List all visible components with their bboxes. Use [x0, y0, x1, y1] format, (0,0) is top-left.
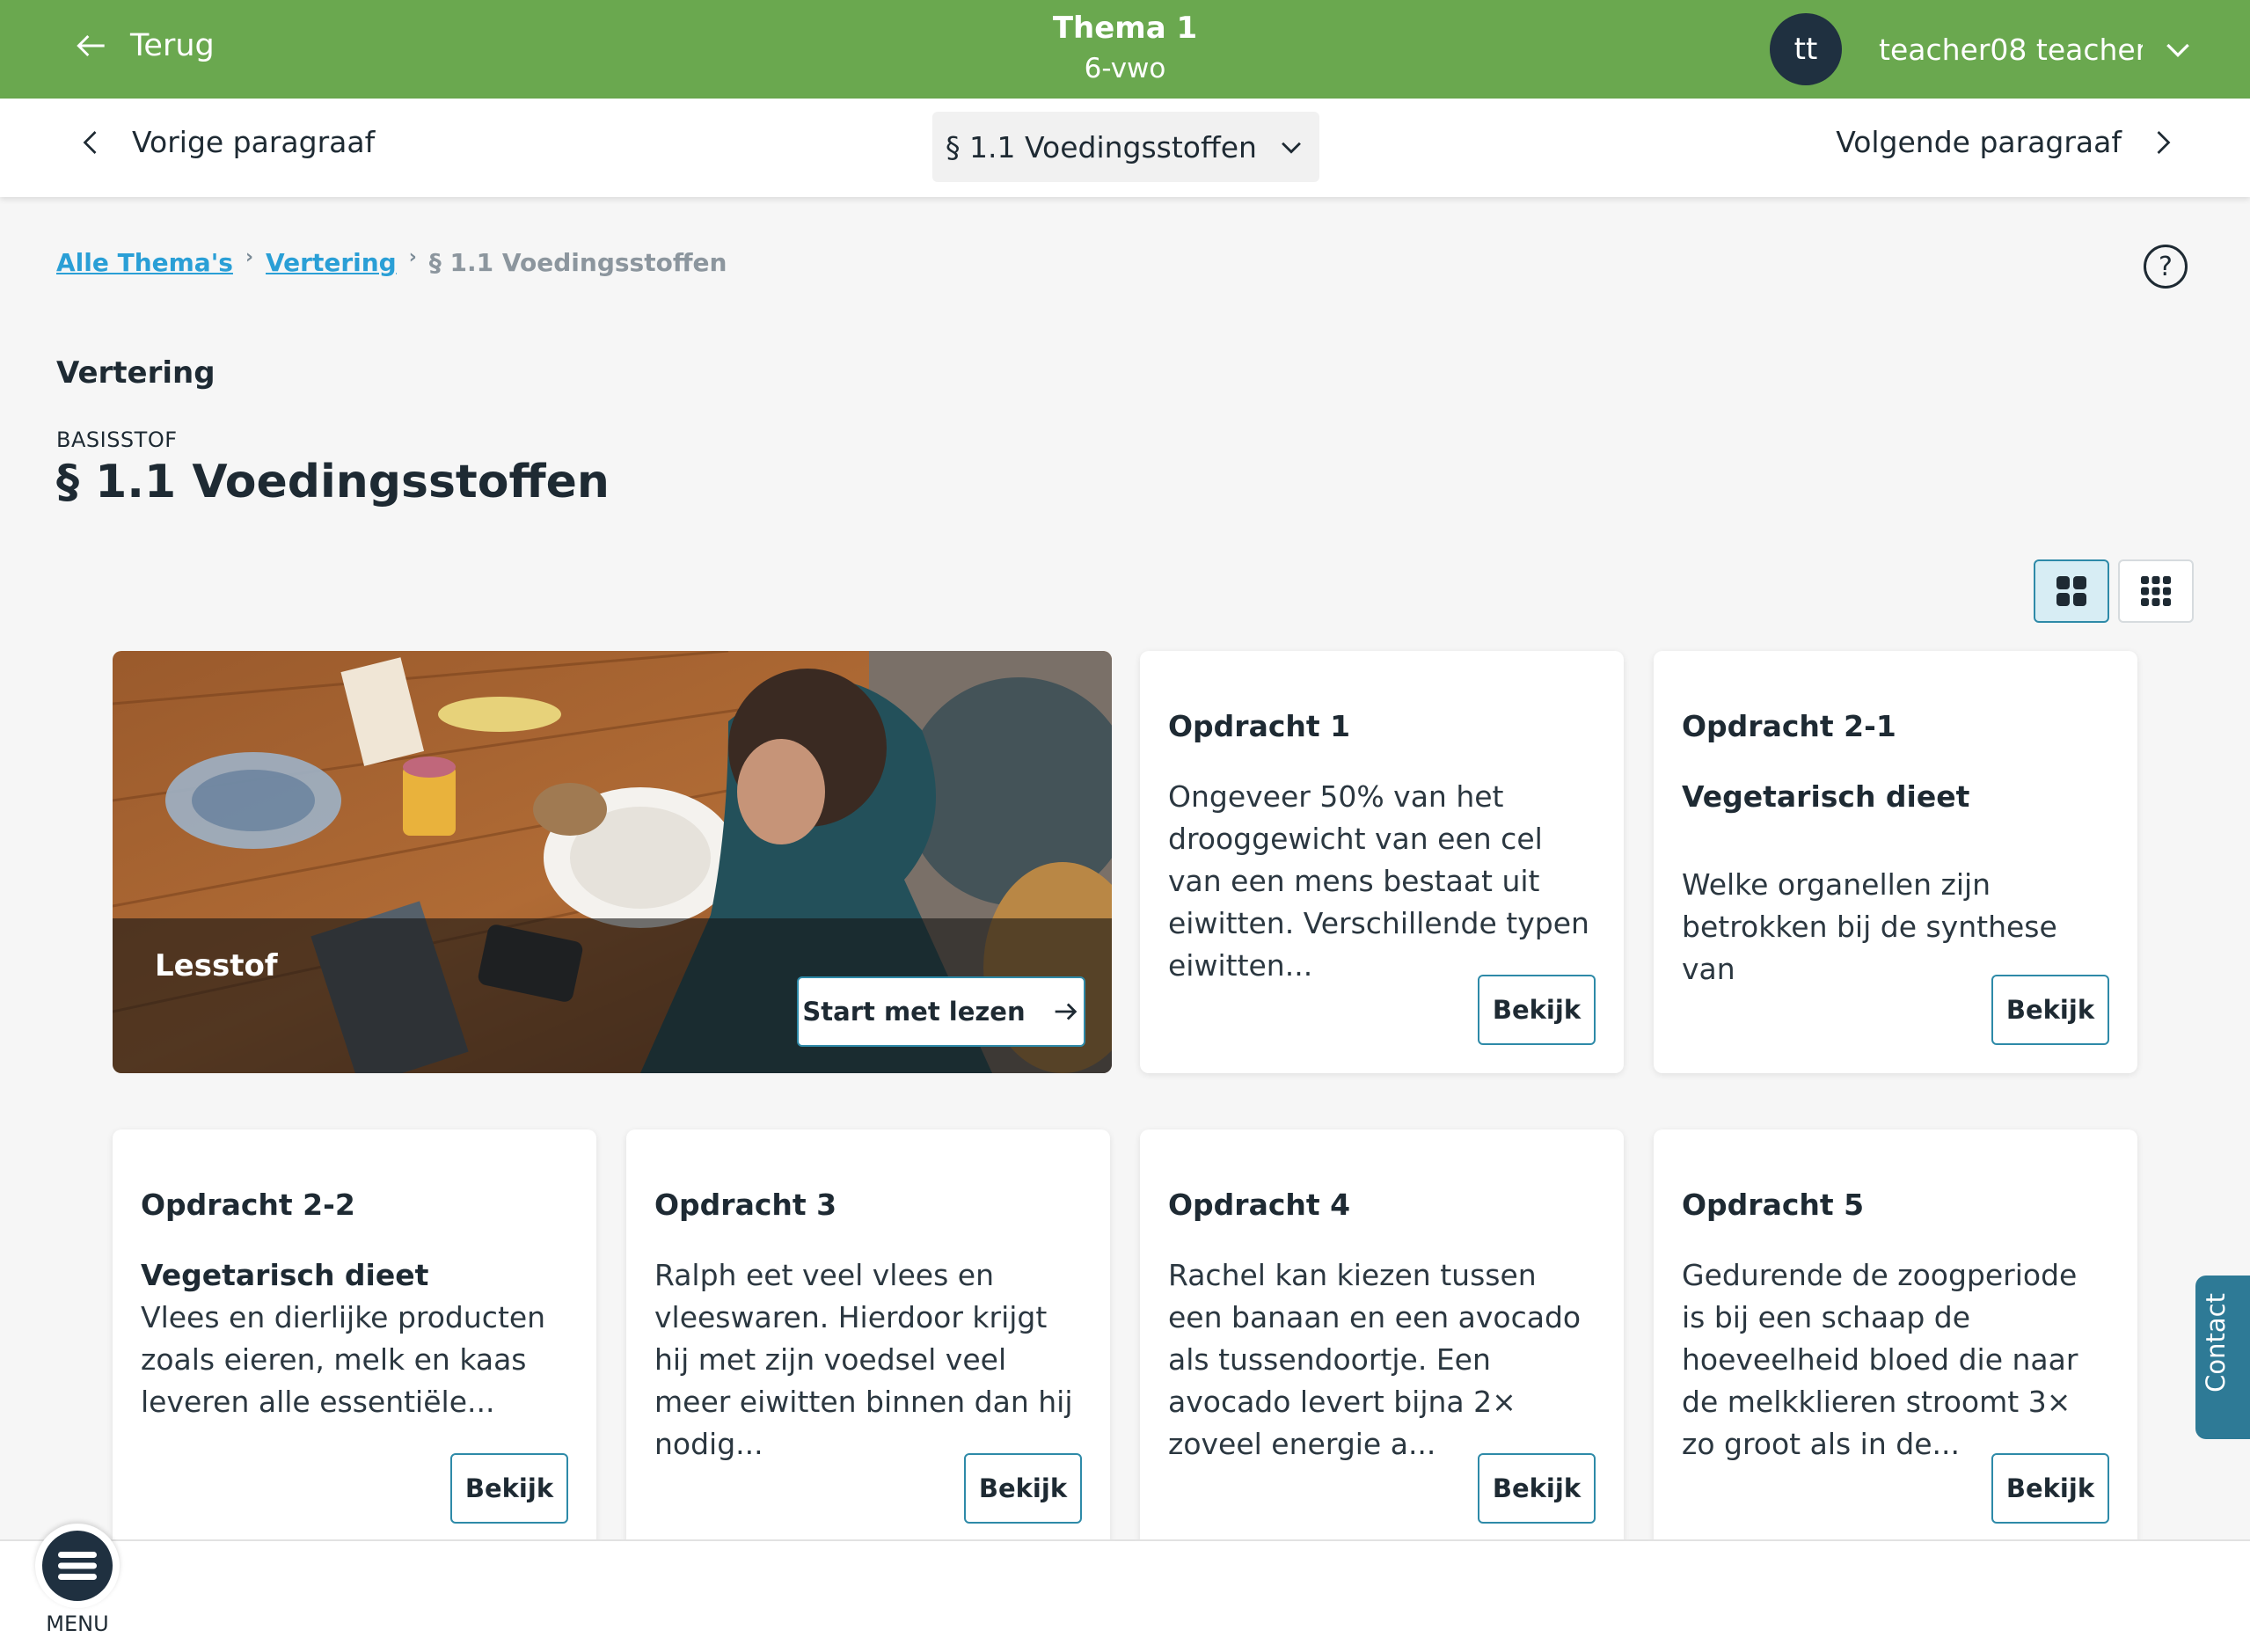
content-type-label: BASISSTOF: [56, 428, 178, 452]
chevron-left-icon: [83, 130, 97, 154]
arrow-left-icon: [77, 34, 105, 57]
menu-label: MENU: [46, 1612, 109, 1636]
menu-icon: [42, 1531, 113, 1601]
assignment-card[interactable]: Opdracht 3 Ralph eet veel vlees en vlees…: [626, 1129, 1110, 1569]
paragraph-nav: Vorige paragraaf § 1.1 Voedingsstoffen V…: [0, 99, 2250, 197]
assignment-card[interactable]: Opdracht 2-1 Vegetarisch dieet Welke org…: [1654, 651, 2137, 1073]
assignment-card[interactable]: Opdracht 5 Gedurende de zoogperiode is b…: [1654, 1129, 2137, 1569]
assignment-title: Opdracht 5: [1682, 1188, 1865, 1222]
theme-class: 6-vwo: [1084, 53, 1166, 84]
view-button[interactable]: Bekijk: [1478, 1453, 1596, 1524]
question-mark-icon: ?: [2159, 251, 2173, 282]
user-menu[interactable]: tt teacher08 teacher...: [1770, 13, 2195, 85]
assignment-title: Opdracht 2-1: [1682, 709, 1896, 743]
back-button[interactable]: Terug: [72, 26, 215, 65]
view-toggle: [2034, 559, 2194, 623]
assignment-text: Ongeveer 50% van het drooggewicht van ee…: [1168, 779, 1589, 983]
user-name: teacher08 teacher...: [1879, 32, 2143, 67]
assignment-card[interactable]: Opdracht 2-2 Vegetarisch dieet Vlees en …: [113, 1129, 596, 1569]
assignment-text: Rachel kan kiezen tussen een banaan en e…: [1168, 1258, 1582, 1461]
grid-small-icon: [2141, 576, 2171, 606]
chevron-right-icon: [2157, 130, 2171, 154]
view-button[interactable]: Bekijk: [964, 1453, 1082, 1524]
bottom-bar: [0, 1539, 2250, 1652]
theme-heading: Thema 1 6-vwo: [880, 9, 1370, 90]
assignment-card[interactable]: Opdracht 1 Ongeveer 50% van het drooggew…: [1140, 651, 1624, 1073]
breadcrumb-separator-icon: ›: [245, 246, 254, 268]
breadcrumb: Alle Thema's › Vertering › § 1.1 Voeding…: [56, 246, 727, 277]
previous-paragraph-label: Vorige paragraaf: [132, 125, 376, 159]
breadcrumb-separator-icon: ›: [408, 246, 417, 268]
breadcrumb-current: § 1.1 Voedingsstoffen: [428, 248, 727, 277]
large-grid-view-button[interactable]: [2034, 559, 2109, 623]
next-paragraph-button[interactable]: Volgende paragraaf: [1836, 125, 2178, 159]
view-button[interactable]: Bekijk: [1991, 1453, 2109, 1524]
chevron-down-icon: [2166, 43, 2189, 58]
small-grid-view-button[interactable]: [2118, 559, 2194, 623]
next-paragraph-label: Volgende paragraaf: [1836, 125, 2122, 159]
lesstof-label: Lesstof: [155, 948, 278, 983]
chevron-down-icon: [1282, 142, 1301, 154]
avatar: tt: [1770, 13, 1842, 85]
start-reading-button[interactable]: Start met lezen: [797, 976, 1085, 1047]
section-dropdown[interactable]: § 1.1 Voedingsstoffen: [932, 112, 1319, 182]
assignment-title: Opdracht 1: [1168, 709, 1351, 743]
lesstof-card[interactable]: Lesstof Start met lezen: [113, 651, 1112, 1073]
top-bar: Terug Thema 1 6-vwo tt teacher08 teacher…: [0, 0, 2250, 99]
start-reading-label: Start met lezen: [802, 997, 1026, 1027]
assignment-text: Welke organellen zijn betrokken bij de s…: [1682, 867, 2057, 986]
help-button[interactable]: ?: [2144, 245, 2188, 289]
view-button[interactable]: Bekijk: [1478, 975, 1596, 1045]
back-label: Terug: [130, 28, 215, 63]
chapter-title: Vertering: [56, 355, 216, 391]
assignment-title: Opdracht 4: [1168, 1188, 1351, 1222]
assignment-text: Vlees en dierlijke producten zoals eiere…: [141, 1300, 546, 1419]
breadcrumb-link-vertering[interactable]: Vertering: [266, 248, 397, 277]
grid-large-icon: [2056, 576, 2086, 606]
arrow-right-icon: [1055, 1003, 1077, 1020]
previous-paragraph-button[interactable]: Vorige paragraaf: [76, 125, 375, 159]
theme-title: Thema 1: [1052, 11, 1198, 46]
assignment-subtitle: Vegetarisch dieet: [141, 1258, 429, 1292]
assignment-title: Opdracht 3: [654, 1188, 837, 1222]
page-title: § 1.1 Voedingsstoffen: [56, 456, 610, 508]
assignment-title: Opdracht 2-2: [141, 1188, 355, 1222]
menu-circle: [35, 1524, 120, 1608]
assignment-text: Ralph eet veel vlees en vleeswaren. Hier…: [654, 1258, 1073, 1461]
assignment-card[interactable]: Opdracht 4 Rachel kan kiezen tussen een …: [1140, 1129, 1624, 1569]
view-button[interactable]: Bekijk: [450, 1453, 568, 1524]
assignment-text: Gedurende de zoogperiode is bij een scha…: [1682, 1258, 2078, 1461]
menu-button[interactable]: MENU: [35, 1524, 120, 1636]
view-button[interactable]: Bekijk: [1991, 975, 2109, 1045]
breadcrumb-link-all-themes[interactable]: Alle Thema's: [56, 248, 233, 277]
section-dropdown-label: § 1.1 Voedingsstoffen: [946, 129, 1257, 164]
contact-label: Contact: [2201, 1293, 2231, 1393]
assignment-subtitle: Vegetarisch dieet: [1682, 779, 1970, 814]
contact-tab[interactable]: Contact: [2195, 1276, 2250, 1439]
